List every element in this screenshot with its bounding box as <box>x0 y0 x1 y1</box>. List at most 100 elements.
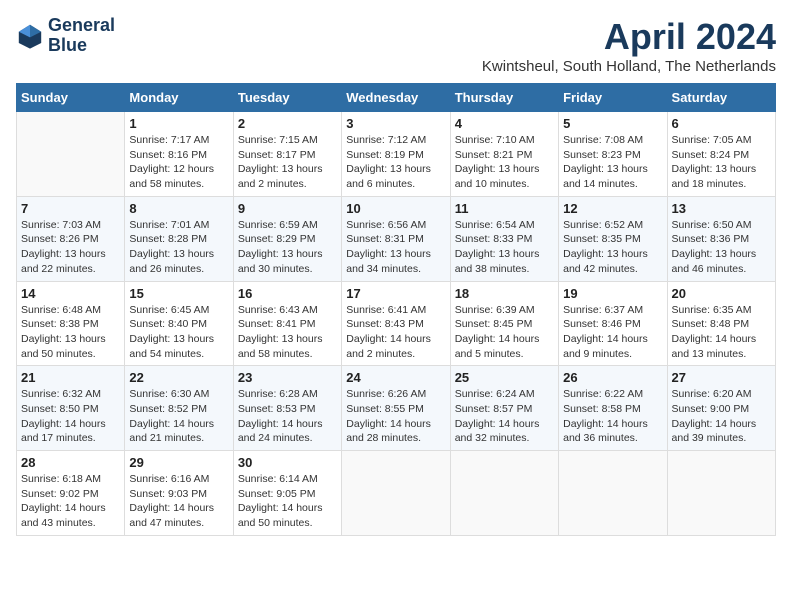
calendar-cell: 24 Sunrise: 6:26 AM Sunset: 8:55 PM Dayli… <box>342 366 450 451</box>
calendar-cell <box>17 112 125 197</box>
calendar-cell: 17Sunrise: 6:41 AM Sunset: 8:43 PM Dayli… <box>342 281 450 366</box>
week-row-5: 28 Sunrise: 6:18 AM Sunset: 9:02 PM Dayli… <box>17 451 776 536</box>
week-row-3: 14 Sunrise: 6:48 AM Sunset: 8:38 PM Dayli… <box>17 281 776 366</box>
day-number: 4 <box>455 116 554 131</box>
day-number: 22 <box>129 370 228 385</box>
calendar-cell: 12 Sunrise: 6:52 AM Sunset: 8:35 PM Dayli… <box>559 196 667 281</box>
logo-text: General Blue <box>48 16 115 56</box>
day-info: Sunrise: 6:39 AM Sunset: 8:45 PM Dayligh… <box>455 303 554 362</box>
calendar-cell: 22 Sunrise: 6:30 AM Sunset: 8:52 PM Dayli… <box>125 366 233 451</box>
day-number: 28 <box>21 455 120 470</box>
calendar-cell <box>342 451 450 536</box>
calendar-table: SundayMondayTuesdayWednesdayThursdayFrid… <box>16 83 776 536</box>
calendar-header-row: SundayMondayTuesdayWednesdayThursdayFrid… <box>17 84 776 112</box>
calendar-cell: 25 Sunrise: 6:24 AM Sunset: 8:57 PM Dayli… <box>450 366 558 451</box>
calendar-cell: 8 Sunrise: 7:01 AM Sunset: 8:28 PM Daylig… <box>125 196 233 281</box>
main-title: April 2024 <box>482 16 776 58</box>
calendar-cell: 1Sunrise: 7:17 AM Sunset: 8:16 PM Daylig… <box>125 112 233 197</box>
day-info: Sunrise: 6:32 AM Sunset: 8:50 PM Dayligh… <box>21 387 120 446</box>
calendar-cell: 18Sunrise: 6:39 AM Sunset: 8:45 PM Dayli… <box>450 281 558 366</box>
week-row-2: 7 Sunrise: 7:03 AM Sunset: 8:26 PM Daylig… <box>17 196 776 281</box>
header: General Blue April 2024 Kwintsheul, Sout… <box>16 16 776 75</box>
logo: General Blue <box>16 16 115 56</box>
day-info: Sunrise: 6:28 AM Sunset: 8:53 PM Dayligh… <box>238 387 337 446</box>
calendar-cell: 3 Sunrise: 7:12 AM Sunset: 8:19 PM Daylig… <box>342 112 450 197</box>
day-info: Sunrise: 6:54 AM Sunset: 8:33 PM Dayligh… <box>455 218 554 277</box>
calendar-cell <box>667 451 775 536</box>
week-row-1: 1Sunrise: 7:17 AM Sunset: 8:16 PM Daylig… <box>17 112 776 197</box>
day-info: Sunrise: 7:03 AM Sunset: 8:26 PM Dayligh… <box>21 218 120 277</box>
calendar-cell: 16Sunrise: 6:43 AM Sunset: 8:41 PM Dayli… <box>233 281 341 366</box>
day-number: 30 <box>238 455 337 470</box>
day-number: 9 <box>238 201 337 216</box>
calendar-cell: 13 Sunrise: 6:50 AM Sunset: 8:36 PM Dayli… <box>667 196 775 281</box>
col-header-tuesday: Tuesday <box>233 84 341 112</box>
calendar-cell: 26 Sunrise: 6:22 AM Sunset: 8:58 PM Dayli… <box>559 366 667 451</box>
day-number: 23 <box>238 370 337 385</box>
day-info: Sunrise: 6:45 AM Sunset: 8:40 PM Dayligh… <box>129 303 228 362</box>
day-number: 3 <box>346 116 445 131</box>
calendar-cell: 23 Sunrise: 6:28 AM Sunset: 8:53 PM Dayli… <box>233 366 341 451</box>
day-number: 20 <box>672 286 771 301</box>
calendar-cell: 20 Sunrise: 6:35 AM Sunset: 8:48 PM Dayli… <box>667 281 775 366</box>
title-area: April 2024 Kwintsheul, South Holland, Th… <box>482 16 776 75</box>
day-info: Sunrise: 6:48 AM Sunset: 8:38 PM Dayligh… <box>21 303 120 362</box>
calendar-cell: 27 Sunrise: 6:20 AM Sunset: 9:00 PM Dayli… <box>667 366 775 451</box>
day-number: 27 <box>672 370 771 385</box>
calendar-cell: 30 Sunrise: 6:14 AM Sunset: 9:05 PM Dayli… <box>233 451 341 536</box>
col-header-wednesday: Wednesday <box>342 84 450 112</box>
day-number: 29 <box>129 455 228 470</box>
calendar-cell: 5 Sunrise: 7:08 AM Sunset: 8:23 PM Daylig… <box>559 112 667 197</box>
col-header-sunday: Sunday <box>17 84 125 112</box>
calendar-cell: 28 Sunrise: 6:18 AM Sunset: 9:02 PM Dayli… <box>17 451 125 536</box>
logo-icon <box>16 22 44 50</box>
calendar-cell: 29 Sunrise: 6:16 AM Sunset: 9:03 PM Dayli… <box>125 451 233 536</box>
day-info: Sunrise: 6:22 AM Sunset: 8:58 PM Dayligh… <box>563 387 662 446</box>
col-header-monday: Monday <box>125 84 233 112</box>
calendar-cell: 10 Sunrise: 6:56 AM Sunset: 8:31 PM Dayli… <box>342 196 450 281</box>
day-info: Sunrise: 6:26 AM Sunset: 8:55 PM Dayligh… <box>346 387 445 446</box>
calendar-cell: 15 Sunrise: 6:45 AM Sunset: 8:40 PM Dayli… <box>125 281 233 366</box>
day-number: 24 <box>346 370 445 385</box>
day-info: Sunrise: 6:18 AM Sunset: 9:02 PM Dayligh… <box>21 472 120 531</box>
day-info: Sunrise: 6:35 AM Sunset: 8:48 PM Dayligh… <box>672 303 771 362</box>
day-info: Sunrise: 6:59 AM Sunset: 8:29 PM Dayligh… <box>238 218 337 277</box>
calendar-cell: 2Sunrise: 7:15 AM Sunset: 8:17 PM Daylig… <box>233 112 341 197</box>
day-info: Sunrise: 6:52 AM Sunset: 8:35 PM Dayligh… <box>563 218 662 277</box>
day-info: Sunrise: 7:01 AM Sunset: 8:28 PM Dayligh… <box>129 218 228 277</box>
day-number: 14 <box>21 286 120 301</box>
day-number: 13 <box>672 201 771 216</box>
day-number: 5 <box>563 116 662 131</box>
day-info: Sunrise: 6:56 AM Sunset: 8:31 PM Dayligh… <box>346 218 445 277</box>
day-number: 15 <box>129 286 228 301</box>
day-info: Sunrise: 6:30 AM Sunset: 8:52 PM Dayligh… <box>129 387 228 446</box>
day-info: Sunrise: 7:10 AM Sunset: 8:21 PM Dayligh… <box>455 133 554 192</box>
day-info: Sunrise: 6:14 AM Sunset: 9:05 PM Dayligh… <box>238 472 337 531</box>
day-number: 25 <box>455 370 554 385</box>
calendar-cell <box>450 451 558 536</box>
day-info: Sunrise: 7:12 AM Sunset: 8:19 PM Dayligh… <box>346 133 445 192</box>
day-number: 26 <box>563 370 662 385</box>
day-number: 19 <box>563 286 662 301</box>
day-info: Sunrise: 7:17 AM Sunset: 8:16 PM Dayligh… <box>129 133 228 192</box>
day-number: 8 <box>129 201 228 216</box>
day-number: 7 <box>21 201 120 216</box>
day-number: 11 <box>455 201 554 216</box>
calendar-cell: 7 Sunrise: 7:03 AM Sunset: 8:26 PM Daylig… <box>17 196 125 281</box>
day-info: Sunrise: 6:20 AM Sunset: 9:00 PM Dayligh… <box>672 387 771 446</box>
day-info: Sunrise: 7:15 AM Sunset: 8:17 PM Dayligh… <box>238 133 337 192</box>
day-info: Sunrise: 6:37 AM Sunset: 8:46 PM Dayligh… <box>563 303 662 362</box>
day-info: Sunrise: 6:50 AM Sunset: 8:36 PM Dayligh… <box>672 218 771 277</box>
col-header-friday: Friday <box>559 84 667 112</box>
col-header-thursday: Thursday <box>450 84 558 112</box>
calendar-cell: 6Sunrise: 7:05 AM Sunset: 8:24 PM Daylig… <box>667 112 775 197</box>
day-number: 6 <box>672 116 771 131</box>
day-info: Sunrise: 7:08 AM Sunset: 8:23 PM Dayligh… <box>563 133 662 192</box>
day-info: Sunrise: 6:41 AM Sunset: 8:43 PM Dayligh… <box>346 303 445 362</box>
day-number: 10 <box>346 201 445 216</box>
calendar-cell: 4 Sunrise: 7:10 AM Sunset: 8:21 PM Daylig… <box>450 112 558 197</box>
day-info: Sunrise: 6:16 AM Sunset: 9:03 PM Dayligh… <box>129 472 228 531</box>
day-info: Sunrise: 6:24 AM Sunset: 8:57 PM Dayligh… <box>455 387 554 446</box>
subtitle: Kwintsheul, South Holland, The Netherlan… <box>482 58 776 75</box>
day-number: 12 <box>563 201 662 216</box>
